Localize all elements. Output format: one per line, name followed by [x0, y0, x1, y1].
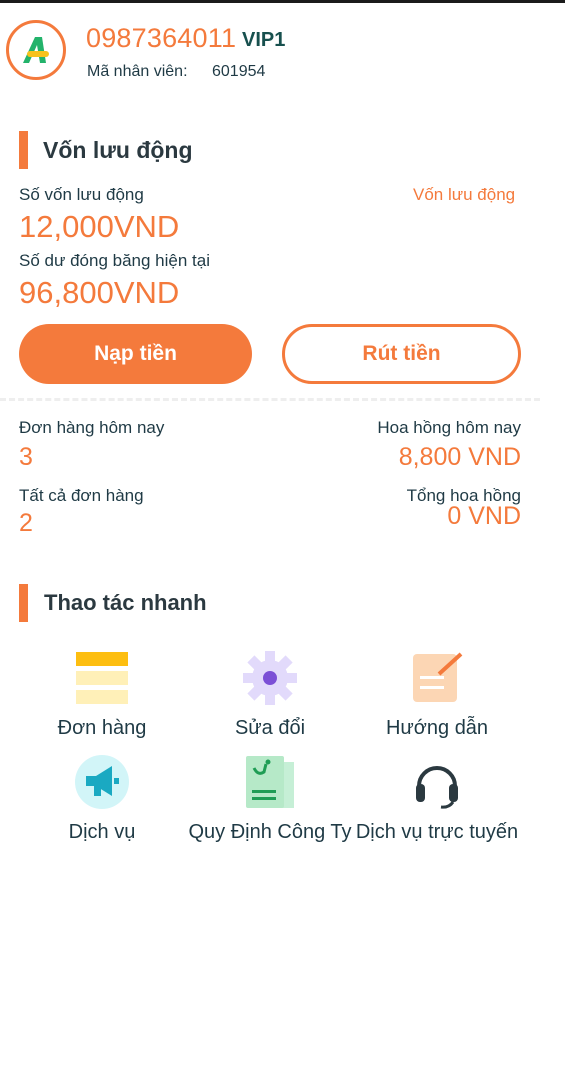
- withdraw-button[interactable]: Rút tiền: [282, 324, 521, 384]
- quick-action-label: Dịch vụ: [68, 821, 136, 843]
- frozen-balance-value: 96,800VND: [19, 275, 180, 310]
- all-orders-label: Tất cả đơn hàng: [19, 486, 144, 505]
- quick-action-label: Sửa đổi: [234, 717, 306, 739]
- quick-action-label: Hướng dẫn: [385, 717, 489, 739]
- orders-today-label: Đơn hàng hôm nay: [19, 418, 165, 437]
- section-accent-bar: [19, 131, 28, 169]
- orders-icon: [74, 650, 130, 706]
- deposit-button[interactable]: Nạp tiền: [19, 324, 252, 384]
- quick-action-label: Đơn hàng: [57, 717, 147, 739]
- user-phone: 0987364011: [86, 23, 237, 53]
- all-orders-value: 2: [19, 509, 33, 537]
- quick-actions-title: Thao tác nhanh: [44, 590, 207, 615]
- vip-badge: VIP1: [242, 29, 286, 51]
- quick-action-orders[interactable]: Đơn hàng: [17, 650, 187, 739]
- app-logo-icon: [6, 20, 66, 80]
- quick-action-regulations[interactable]: Quy Định Công Ty: [185, 754, 355, 843]
- section-accent-bar: [19, 584, 28, 622]
- commission-today-value: 8,800 VND: [398, 443, 521, 471]
- quick-action-edit[interactable]: Sửa đổi: [185, 650, 355, 739]
- quick-action-service[interactable]: Dịch vụ: [17, 754, 187, 843]
- quick-action-label: Quy Định Công Ty: [188, 821, 352, 843]
- headset-icon: [409, 754, 465, 810]
- megaphone-icon: [74, 754, 130, 810]
- capital-section-title: Vốn lưu động: [43, 137, 193, 163]
- commission-today-label: Hoa hồng hôm nay: [377, 418, 521, 437]
- frozen-balance-label: Số dư đóng băng hiện tại: [19, 251, 210, 270]
- capital-link[interactable]: Vốn lưu động: [413, 185, 515, 205]
- staff-id-value: 601954: [212, 63, 266, 80]
- orders-today-value: 3: [19, 443, 33, 471]
- quick-action-online-service[interactable]: Dịch vụ trực tuyến: [352, 754, 522, 843]
- divider: [0, 398, 540, 401]
- capital-label: Số vốn lưu động: [19, 185, 144, 204]
- quick-action-guide[interactable]: Hướng dẫn: [352, 650, 522, 739]
- regulations-icon: [242, 754, 298, 810]
- staff-id-label: Mã nhân viên:: [87, 63, 188, 80]
- capital-value: 12,000VND: [19, 209, 180, 244]
- profile-header: 0987364011 VIP1 Mã nhân viên: 601954: [0, 3, 565, 93]
- guide-icon: [409, 650, 465, 706]
- settings-icon: [242, 650, 298, 706]
- total-commission-value: 0 VND: [447, 502, 521, 530]
- quick-action-label: Dịch vụ trực tuyến: [355, 821, 519, 843]
